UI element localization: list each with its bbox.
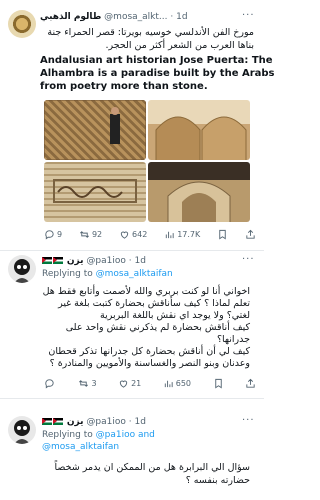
reply-button[interactable] <box>44 378 57 389</box>
more-options-button[interactable]: ··· <box>242 415 255 426</box>
reply-text-line: جدرانها؟ <box>216 334 250 345</box>
replying-to-link[interactable]: @mosa_alktaifan <box>42 442 119 452</box>
tweet-header: يزن @pa1ioo · 1d <box>42 417 146 427</box>
more-options-button[interactable]: ··· <box>242 10 255 21</box>
tweet-text-english-line: Andalusian art historian Jose Puerta: Th… <box>40 55 273 66</box>
replying-to: Replying to @mosa_alktaifan <box>42 269 173 280</box>
flag-icon <box>53 418 63 425</box>
person-figure-icon <box>44 100 146 160</box>
reply-text-line: لغتي؟ ولا يوجد اي نقش باللغة البربرية <box>100 310 250 321</box>
retweet-count: 92 <box>91 230 103 239</box>
avatar[interactable] <box>8 255 36 283</box>
reply-text-line: سؤال الي البرابرة هل من الممكن ان يدمر ش… <box>54 462 251 473</box>
share-icon <box>246 378 255 388</box>
reply-button[interactable]: 9 <box>44 229 62 240</box>
views-chart-icon <box>166 231 174 239</box>
handle[interactable]: @mosa_alkt... <box>104 12 167 22</box>
arch-decoration-icon <box>167 181 231 222</box>
flag-icon <box>42 257 52 264</box>
share-button[interactable] <box>245 378 256 389</box>
tweet-header: طالوم الذهبي @mosa_alkt... · 1d <box>40 12 188 22</box>
timestamp[interactable]: 1d <box>176 12 187 22</box>
like-button[interactable]: 642 <box>119 229 147 240</box>
replying-prefix: Replying to <box>42 269 93 279</box>
reply-icon <box>45 379 54 389</box>
heart-icon <box>119 380 128 388</box>
tweet-text-english-line: Alhambra is a paradise built by the Arab… <box>40 68 275 79</box>
tweet-text-arabic-line: مورخ الفن الأندلسي خوسيه بويرتا: قصر الح… <box>47 27 254 38</box>
bookmark-button[interactable] <box>213 378 224 389</box>
replying-prefix: Replying to <box>42 430 93 440</box>
share-button[interactable] <box>245 229 256 240</box>
display-name[interactable]: يزن <box>67 417 84 427</box>
replying-to-line-2: @mosa_alktaifan <box>42 442 119 453</box>
views-button[interactable]: 17.7K <box>164 229 200 240</box>
photo-tile-3[interactable] <box>44 162 146 222</box>
retweet-button[interactable]: 3 <box>78 378 97 389</box>
views-button[interactable]: 650 <box>163 378 191 389</box>
like-count: 642 <box>132 230 148 239</box>
share-icon <box>246 229 255 239</box>
reply-icon <box>45 230 54 240</box>
tweet-original[interactable]: طالوم الذهبي @mosa_alkt... · 1d ··· مورخ… <box>0 0 275 250</box>
dot-separator: · <box>170 12 174 22</box>
bookmark-icon <box>214 378 222 389</box>
retweet-count: 3 <box>91 379 97 388</box>
views-count: 650 <box>175 379 192 388</box>
timestamp[interactable]: 1d <box>135 256 146 266</box>
calligraphy-panel-icon <box>53 179 137 203</box>
handle[interactable]: @pa1ioo <box>86 417 125 427</box>
more-options-button[interactable]: ··· <box>242 254 255 265</box>
tweet-actions: 9 92 642 17.7K <box>44 229 256 240</box>
user-portrait-icon <box>14 259 30 283</box>
tweet-reply[interactable]: يزن @pa1ioo · 1d ··· Replying to @mosa_a… <box>0 251 264 394</box>
avatar[interactable] <box>8 416 36 444</box>
replying-to-link[interactable]: @pa1ioo and <box>96 430 155 440</box>
handle[interactable]: @pa1ioo <box>86 256 125 266</box>
display-name[interactable]: يزن <box>67 256 84 266</box>
tweet-text-arabic-line: بناها العرب من الشعر أكثر من الحجر. <box>105 40 254 51</box>
like-button[interactable]: 21 <box>118 378 141 389</box>
bookmark-button[interactable] <box>217 229 228 240</box>
tweet-header: يزن @pa1ioo · 1d <box>42 256 146 266</box>
photo-tile-4[interactable] <box>148 162 250 222</box>
dot-separator: · <box>128 256 132 266</box>
tweet-actions: 3 21 650 <box>44 378 256 389</box>
reply-text-line: اخواني أنا لو كنت بربري والله لأصمت وأتا… <box>42 286 250 297</box>
timestamp[interactable]: 1d <box>135 417 146 427</box>
replying-to: Replying to @pa1ioo and <box>42 430 155 441</box>
reply-text-line: وعدنان وبنو النصر والغساسنة والأمويين وا… <box>49 358 250 369</box>
display-name[interactable]: طالوم الذهبي <box>40 12 101 22</box>
user-portrait-icon <box>14 420 30 444</box>
photo-tile-2[interactable] <box>148 100 250 160</box>
arch-decoration-icon <box>155 116 247 160</box>
photo-tile-1[interactable] <box>44 100 146 160</box>
bookmark-icon <box>219 229 226 240</box>
views-chart-icon <box>164 380 173 388</box>
views-count: 17.7K <box>177 230 201 239</box>
flag-icon <box>53 257 63 264</box>
reply-text-line: تعلم لماذا ؟ كيف سأناقش بحضارة كتبت بلغة… <box>58 298 250 309</box>
tweet-text-english-line: from poetry more than stone. <box>40 81 208 92</box>
retweet-button[interactable]: 92 <box>79 229 102 240</box>
tweet-reply[interactable]: يزن @pa1ioo · 1d ··· Replying to @pa1ioo… <box>0 399 264 500</box>
heart-icon <box>120 231 129 239</box>
like-count: 21 <box>131 379 142 388</box>
reply-text-line: كيف لي أن أناقش بحضارة كل جدرانها تذكر ق… <box>48 346 250 357</box>
reply-text-line: حضارته بنفسه ؟ <box>185 475 250 486</box>
dot-separator: · <box>128 417 132 427</box>
reply-count: 9 <box>57 230 63 239</box>
flag-icon <box>42 418 52 425</box>
reply-text-line: كيف أناقش بحضارة لم يذكرني نقش واحد على <box>65 322 250 333</box>
retweet-icon <box>79 380 89 387</box>
retweet-icon <box>80 231 89 238</box>
avatar[interactable] <box>8 10 36 38</box>
replying-to-link[interactable]: @mosa_alktaifan <box>96 269 173 279</box>
